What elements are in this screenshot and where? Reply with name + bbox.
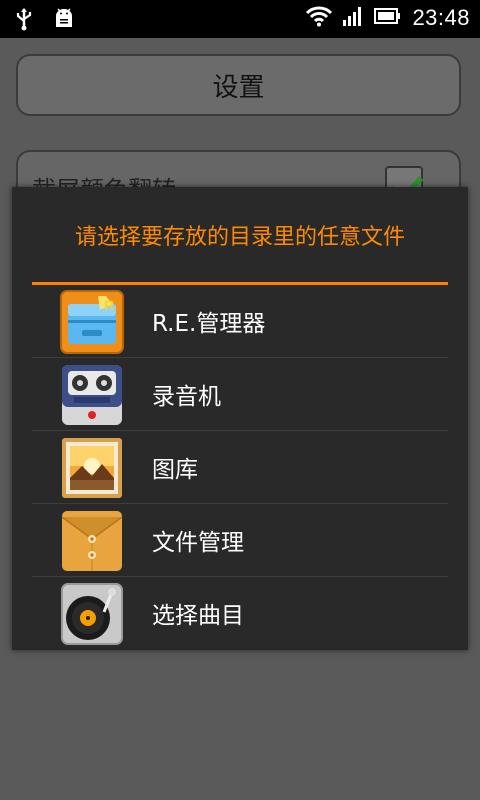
re-manager-icon: R	[60, 290, 124, 354]
wifi-icon	[306, 5, 333, 31]
list-item-label: 选择曲目	[152, 603, 244, 629]
app-list: R R.E.管理器 录音机 图库 文件管理 选择曲目	[32, 285, 448, 649]
status-time: 23:48	[412, 5, 470, 30]
settings-title: 设置	[212, 72, 265, 103]
list-item-re-manager[interactable]: R R.E.管理器	[32, 285, 448, 358]
status-bar: 23:48	[0, 0, 480, 38]
list-item-gallery[interactable]: 图库	[32, 431, 448, 504]
list-item-label: 录音机	[152, 384, 221, 410]
dialog-title: 请选择要存放的目录里的任意文件	[74, 225, 405, 250]
gallery-icon	[60, 436, 124, 500]
file-manager-icon	[60, 509, 124, 573]
svg-text:R: R	[104, 297, 114, 313]
list-item-label: R.E.管理器	[152, 311, 266, 337]
signal-icon	[342, 5, 364, 31]
android-debug-icon	[52, 7, 76, 35]
recorder-icon	[60, 363, 124, 427]
file-chooser-dialog: 请选择要存放的目录里的任意文件 R R.E.管理器 录音机 图库 文件管理 选择…	[12, 187, 468, 650]
music-picker-icon	[60, 582, 124, 646]
list-item-music-picker[interactable]: 选择曲目	[32, 577, 448, 649]
usb-icon	[14, 7, 34, 35]
settings-title-button[interactable]: 设置	[16, 54, 461, 116]
list-item-label: 文件管理	[152, 530, 244, 556]
battery-icon	[374, 7, 402, 29]
list-item-file-manager[interactable]: 文件管理	[32, 504, 448, 577]
list-item-recorder[interactable]: 录音机	[32, 358, 448, 431]
list-item-label: 图库	[152, 457, 198, 483]
